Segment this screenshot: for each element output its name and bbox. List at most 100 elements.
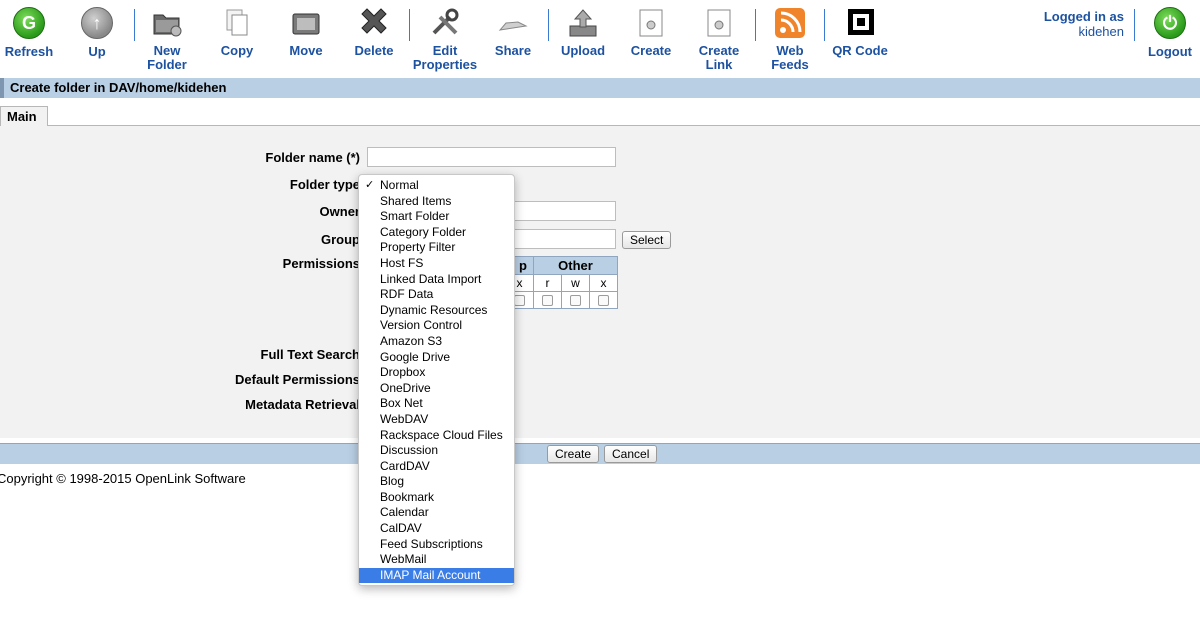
folder-type-option-label: Box Net xyxy=(380,396,423,411)
folder-type-option[interactable]: Property Filter xyxy=(359,240,514,256)
folder-type-option-label: Version Control xyxy=(380,318,463,333)
refresh-button[interactable]: G Refresh xyxy=(0,6,63,59)
page-title: Create folder in DAV/home/kidehen xyxy=(0,78,1200,98)
folder-type-option-label: Property Filter xyxy=(380,240,456,255)
tab-main[interactable]: Main xyxy=(0,106,48,127)
folder-type-option[interactable]: Shared Items xyxy=(359,194,514,210)
folder-type-option[interactable]: CalDAV xyxy=(359,521,514,537)
folder-type-option[interactable]: Google Drive xyxy=(359,350,514,366)
edit-properties-button[interactable]: Edit Properties xyxy=(411,6,479,72)
create-link-button[interactable]: Create Link xyxy=(685,6,753,72)
permissions-label: Permissions xyxy=(282,256,360,271)
folder-name-input[interactable] xyxy=(367,147,616,167)
owner-label: Owner xyxy=(319,204,360,219)
folder-type-option-label: CardDAV xyxy=(380,458,430,473)
folder-type-option[interactable]: CardDAV xyxy=(359,459,514,475)
folder-type-option[interactable]: IMAP Mail Account xyxy=(359,567,514,584)
toolbar-separator xyxy=(1134,9,1135,41)
logout-button[interactable]: ⏻ Logout xyxy=(1136,6,1200,59)
check-icon: ✓ xyxy=(365,179,375,191)
folder-type-dropdown[interactable]: ✓ Normal Shared Items Smart Folder Category … xyxy=(358,174,515,586)
folder-type-option[interactable]: Calendar xyxy=(359,505,514,521)
tools-icon xyxy=(428,6,462,40)
folder-type-option-label: Feed Subscriptions xyxy=(380,536,483,551)
move-icon xyxy=(289,6,323,40)
action-bar xyxy=(0,443,1200,464)
folder-type-option[interactable]: Box Net xyxy=(359,396,514,412)
folder-type-option[interactable]: Bookmark xyxy=(359,490,514,506)
folder-type-option-label: Shared Items xyxy=(380,193,452,208)
folder-type-option-label: Rackspace Cloud Files xyxy=(380,427,503,442)
folder-type-option[interactable]: Amazon S3 xyxy=(359,334,514,350)
group-label: Group xyxy=(321,232,360,247)
share-button[interactable]: Share xyxy=(479,6,547,58)
folder-type-option[interactable]: Dynamic Resources xyxy=(359,303,514,319)
folder-type-option[interactable]: Smart Folder xyxy=(359,209,514,225)
cancel-button[interactable]: Cancel xyxy=(604,445,658,463)
folder-type-option[interactable]: Linked Data Import xyxy=(359,272,514,288)
folder-type-option-label: Dynamic Resources xyxy=(380,302,488,317)
power-icon: ⏻ xyxy=(1153,7,1187,41)
new-folder-button[interactable]: New Folder xyxy=(133,6,201,72)
delete-button[interactable]: Delete xyxy=(340,6,408,58)
tab-strip: Main xyxy=(0,106,1200,127)
folder-type-option-label: Calendar xyxy=(380,505,429,520)
folder-type-option[interactable]: WebMail xyxy=(359,552,514,568)
perm-other-execute-checkbox[interactable] xyxy=(598,295,609,307)
folder-type-option[interactable]: RDF Data xyxy=(359,287,514,303)
perm-group-execute-checkbox[interactable] xyxy=(514,295,525,307)
folder-type-option[interactable]: ✓ Normal xyxy=(359,178,514,194)
perm-other-read-checkbox[interactable] xyxy=(542,295,553,307)
folder-type-option[interactable]: Blog xyxy=(359,474,514,490)
copy-icon xyxy=(220,6,254,40)
up-arrow-icon: ↑ xyxy=(80,7,114,41)
folder-type-option-label: Blog xyxy=(380,474,405,489)
upload-button[interactable]: Upload xyxy=(549,6,617,58)
create-button[interactable]: Create xyxy=(617,6,685,58)
folder-type-option[interactable]: Version Control xyxy=(359,318,514,334)
copyright-text: Copyright © 1998-2015 OpenLink Software xyxy=(0,471,246,486)
folder-type-label: Folder type xyxy=(289,177,360,192)
logged-in-label: Logged in as xyxy=(1043,9,1124,24)
folder-type-option[interactable]: Feed Subscriptions xyxy=(359,537,514,553)
up-button[interactable]: ↑ Up xyxy=(63,6,131,59)
perm-col-header: w xyxy=(561,274,590,292)
perm-other-write-checkbox[interactable] xyxy=(570,295,581,307)
folder-type-option-label: WebMail xyxy=(380,552,427,567)
folder-type-option-label: IMAP Mail Account xyxy=(380,567,481,582)
create-submit-button[interactable]: Create xyxy=(547,445,600,463)
folder-type-option-label: Amazon S3 xyxy=(380,333,443,348)
default-permissions-label: Default Permissions xyxy=(235,372,360,387)
folder-type-option[interactable]: Dropbox xyxy=(359,365,514,381)
folder-type-option[interactable]: Rackspace Cloud Files xyxy=(359,428,514,444)
folder-type-option-label: Google Drive xyxy=(380,349,451,364)
perm-col-header: x xyxy=(589,274,618,292)
perm-col-header: r xyxy=(533,274,562,292)
username: kidehen xyxy=(1078,24,1124,39)
new-folder-icon xyxy=(150,6,184,40)
folder-type-option[interactable]: WebDAV xyxy=(359,412,514,428)
delete-x-icon xyxy=(357,6,391,40)
folder-name-label: Folder name (*) xyxy=(265,150,360,165)
folder-type-option[interactable]: Category Folder xyxy=(359,225,514,241)
folder-type-option[interactable]: OneDrive xyxy=(359,381,514,397)
folder-type-option-label: CalDAV xyxy=(380,521,422,536)
move-button[interactable]: Move xyxy=(272,6,340,58)
folder-type-option[interactable]: Discussion xyxy=(359,443,514,459)
login-info: Logged in as kidehen xyxy=(1010,9,1124,39)
metadata-retrieval-label: Metadata Retrieval xyxy=(245,397,360,412)
folder-type-option-label: RDF Data xyxy=(380,287,434,302)
create-link-icon xyxy=(702,6,736,40)
toolbar: G Refresh ↑ Up New Folder Copy Move Dele… xyxy=(0,0,1200,76)
qr-code-button[interactable]: QR Code xyxy=(826,6,894,58)
folder-type-option-label: OneDrive xyxy=(380,380,431,395)
web-feeds-button[interactable]: Web Feeds xyxy=(756,6,824,72)
folder-type-option-label: Smart Folder xyxy=(380,209,450,224)
folder-type-option-label: Discussion xyxy=(380,443,439,458)
full-text-search-label: Full Text Search xyxy=(260,347,360,362)
folder-type-option-label: Host FS xyxy=(380,255,424,270)
select-group-button[interactable]: Select xyxy=(622,231,672,249)
create-document-icon xyxy=(634,6,668,40)
copy-button[interactable]: Copy xyxy=(203,6,271,58)
folder-type-option[interactable]: Host FS xyxy=(359,256,514,272)
